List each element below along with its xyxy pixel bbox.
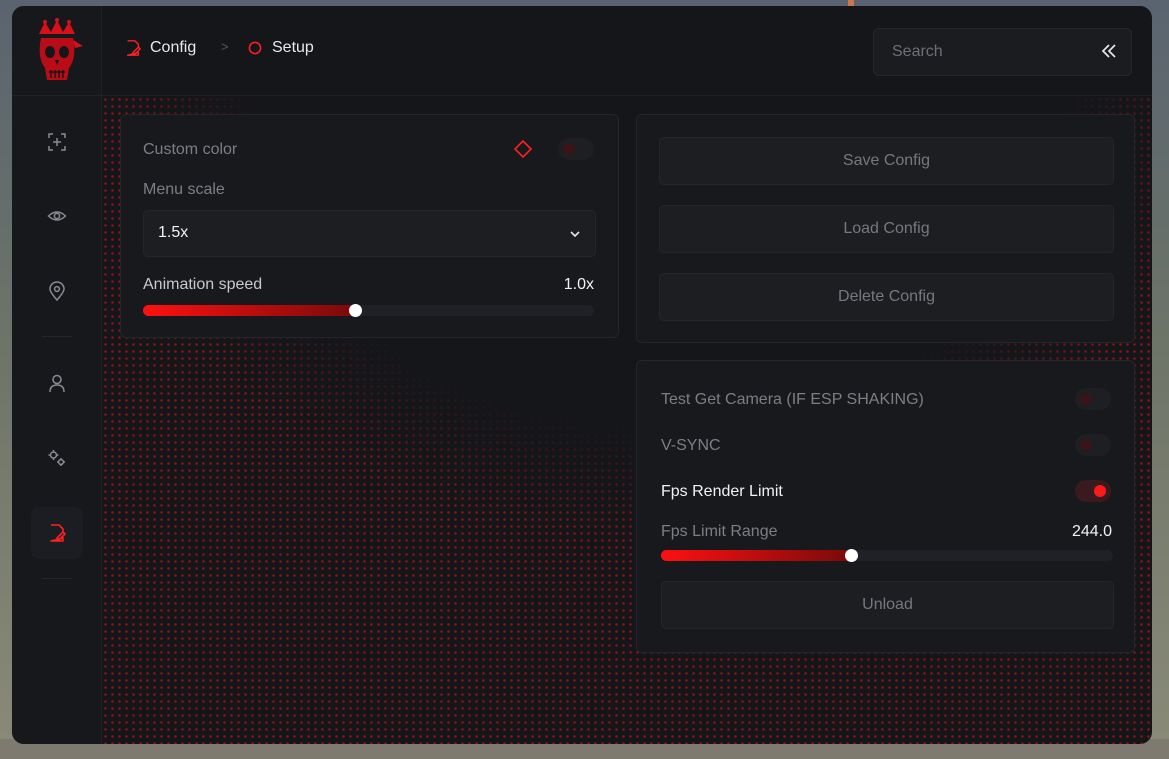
test-camera-label: Test Get Camera (IF ESP SHAKING) — [661, 391, 924, 408]
breadcrumb-label: Config — [150, 39, 197, 56]
crosshair-icon — [48, 133, 66, 151]
search-box — [873, 28, 1132, 76]
sidebar-item-config[interactable] — [31, 507, 83, 559]
custom-color-toggle[interactable] — [558, 138, 594, 160]
sidebar-item-misc[interactable] — [31, 432, 83, 484]
gears-icon — [48, 450, 65, 466]
slider-thumb[interactable] — [844, 549, 858, 562]
custom-color-label: Custom color — [143, 141, 238, 158]
search-input[interactable] — [874, 29, 1094, 75]
config-icon — [126, 40, 141, 56]
toggle-knob — [1094, 485, 1106, 497]
animation-speed-slider[interactable] — [143, 304, 594, 317]
fps-render-limit-label: Fps Render Limit — [661, 483, 783, 500]
sidebar-item-aim[interactable] — [31, 116, 83, 168]
sidebar-divider — [12, 95, 101, 96]
user-icon — [49, 374, 65, 393]
toggle-knob — [1080, 439, 1092, 451]
menu-settings-panel: Custom color Menu scale 1.5x Animation s… — [120, 114, 619, 338]
vsync-toggle[interactable] — [1075, 434, 1111, 456]
sidebar-item-player[interactable] — [31, 357, 83, 409]
fps-limit-range-label: Fps Limit Range — [661, 523, 778, 540]
slider-thumb[interactable] — [348, 304, 362, 317]
test-camera-toggle[interactable] — [1075, 388, 1111, 410]
animation-speed-label: Animation speed — [143, 276, 263, 293]
content-area: Custom color Menu scale 1.5x Animation s… — [102, 96, 1152, 744]
sidebar-item-locations[interactable] — [31, 265, 83, 317]
color-picker-diamond-icon[interactable] — [513, 139, 533, 159]
menu-scale-select[interactable]: 1.5x — [143, 210, 596, 257]
map-pin-icon — [49, 281, 65, 301]
delete-config-button[interactable]: Delete Config — [659, 273, 1114, 321]
sidebar-item-visuals[interactable] — [31, 190, 83, 242]
toggle-knob — [563, 143, 575, 155]
unload-button[interactable]: Unload — [661, 581, 1114, 629]
animation-speed-value: 1.0x — [563, 276, 594, 293]
breadcrumb-label: Setup — [272, 39, 314, 56]
vsync-label: V-SYNC — [661, 437, 721, 454]
toggle-knob — [1080, 393, 1092, 405]
skull-crown-logo — [29, 18, 85, 86]
fps-render-limit-toggle[interactable] — [1075, 480, 1111, 502]
fps-limit-slider[interactable] — [661, 549, 1113, 562]
sidebar-separator — [42, 578, 72, 579]
sidebar — [12, 6, 102, 744]
eye-icon — [47, 211, 67, 221]
fps-limit-range-value: 244.0 — [1071, 523, 1112, 540]
menu-scale-value: 1.5x — [158, 224, 189, 241]
header: Config > Setup — [102, 6, 1152, 96]
load-config-button[interactable]: Load Config — [659, 205, 1114, 253]
config-icon — [50, 524, 66, 542]
menu-window: Config > Setup Custom color — [12, 6, 1152, 744]
render-settings-panel: Test Get Camera (IF ESP SHAKING) V-SYNC … — [636, 360, 1135, 653]
sidebar-separator — [42, 336, 72, 337]
slider-fill — [143, 305, 355, 316]
breadcrumb-separator: > — [221, 39, 229, 54]
double-chevron-left-icon[interactable] — [1099, 41, 1119, 61]
save-config-button[interactable]: Save Config — [659, 137, 1114, 185]
circle-icon — [248, 41, 262, 55]
breadcrumb-setup[interactable]: Setup — [246, 39, 314, 57]
config-actions-panel: Save Config Load Config Delete Config — [636, 114, 1135, 343]
breadcrumb-config[interactable]: Config — [124, 39, 196, 57]
slider-fill — [661, 550, 851, 561]
menu-scale-label: Menu scale — [143, 181, 225, 198]
chevron-down-icon — [570, 231, 580, 238]
